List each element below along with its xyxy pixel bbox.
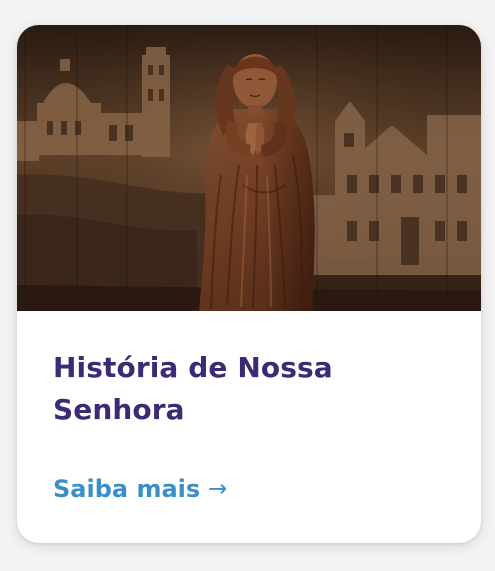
card-image xyxy=(17,25,481,311)
saiba-mais-link[interactable]: Saiba mais → xyxy=(53,472,227,506)
saiba-mais-label: Saiba mais xyxy=(53,475,201,503)
card[interactable]: História de Nossa Senhora Saiba mais → xyxy=(17,25,481,543)
arrow-right-icon: → xyxy=(208,476,228,502)
card-title: História de Nossa Senhora xyxy=(53,351,333,426)
